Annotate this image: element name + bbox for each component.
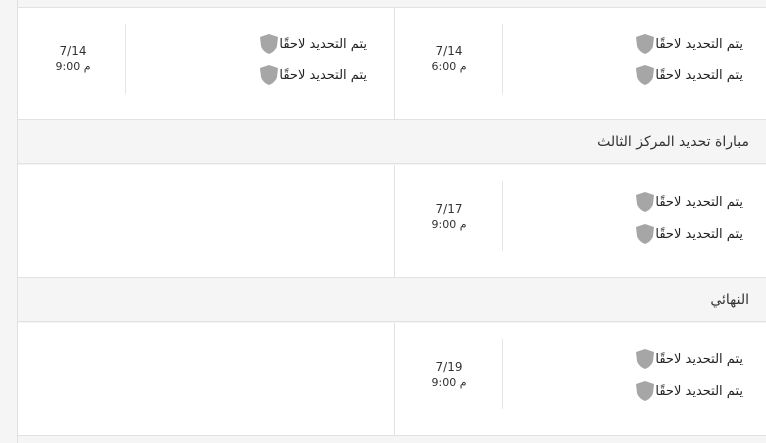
match-time: 9:00 م — [431, 218, 467, 231]
section-header-third-place: مباراة تحديد المركز الثالث — [18, 120, 766, 164]
team-row[interactable]: يتم التحديد لاحقًا — [625, 64, 743, 86]
match-datetime: 7/14 6:00 م — [414, 43, 484, 75]
match-divider — [125, 24, 126, 94]
match-divider — [502, 339, 503, 409]
match-date: 7/17 — [435, 202, 463, 216]
shield-icon — [260, 34, 279, 54]
team-name: يتم التحديد لاحقًا — [655, 36, 743, 52]
team-row[interactable]: يتم التحديد لاحقًا — [625, 191, 743, 213]
team-name: يتم التحديد لاحقًا — [279, 67, 367, 83]
team-row[interactable]: يتم التحديد لاحقًا — [249, 33, 367, 55]
match-card[interactable]: يتم التحديد لاحقًا يتم التحديد لاحقًا 7/… — [18, 8, 394, 120]
match-date: 7/14 — [59, 44, 87, 58]
match-date: 7/19 — [435, 360, 463, 374]
team-row[interactable]: يتم التحديد لاحقًا — [625, 380, 743, 402]
section-title: مباراة تحديد المركز الثالث — [597, 133, 749, 150]
team-name: يتم التحديد لاحقًا — [655, 67, 743, 83]
shield-icon — [636, 381, 655, 401]
match-time: 9:00 م — [55, 60, 91, 73]
round-block: يتم التحديد لاحقًا يتم التحديد لاحقًا 7/… — [18, 323, 766, 436]
shield-icon — [636, 192, 655, 212]
match-card[interactable]: يتم التحديد لاحقًا يتم التحديد لاحقًا 7/… — [395, 8, 766, 120]
match-time: 9:00 م — [431, 376, 467, 389]
team-name: يتم التحديد لاحقًا — [655, 383, 743, 399]
shield-icon — [636, 349, 655, 369]
match-card[interactable]: يتم التحديد لاحقًا يتم التحديد لاحقًا 7/… — [395, 165, 766, 278]
match-card[interactable]: يتم التحديد لاحقًا يتم التحديد لاحقًا 7/… — [395, 323, 766, 436]
shield-icon — [636, 34, 655, 54]
bracket-frame: يتم التحديد لاحقًا يتم التحديد لاحقًا 7/… — [17, 0, 766, 443]
team-row[interactable]: يتم التحديد لاحقًا — [625, 348, 743, 370]
match-time: 6:00 م — [431, 60, 467, 73]
match-datetime: 7/17 9:00 م — [414, 201, 484, 233]
match-divider — [502, 24, 503, 94]
match-divider — [502, 181, 503, 251]
top-strip — [18, 0, 766, 8]
team-name: يتم التحديد لاحقًا — [655, 351, 743, 367]
team-name: يتم التحديد لاحقًا — [279, 36, 367, 52]
team-name: يتم التحديد لاحقًا — [655, 194, 743, 210]
team-name: يتم التحديد لاحقًا — [655, 226, 743, 242]
shield-icon — [636, 65, 655, 85]
match-datetime: 7/19 9:00 م — [414, 359, 484, 391]
match-date: 7/14 — [435, 44, 463, 58]
team-row[interactable]: يتم التحديد لاحقًا — [249, 64, 367, 86]
round-block: يتم التحديد لاحقًا يتم التحديد لاحقًا 7/… — [18, 8, 766, 120]
team-row[interactable]: يتم التحديد لاحقًا — [625, 33, 743, 55]
round-block: يتم التحديد لاحقًا يتم التحديد لاحقًا 7/… — [18, 165, 766, 278]
match-datetime: 7/14 9:00 م — [38, 43, 108, 75]
team-row[interactable]: يتم التحديد لاحقًا — [625, 223, 743, 245]
section-title: النهائي — [710, 291, 749, 308]
section-header-final: النهائي — [18, 278, 766, 322]
shield-icon — [636, 224, 655, 244]
shield-icon — [260, 65, 279, 85]
